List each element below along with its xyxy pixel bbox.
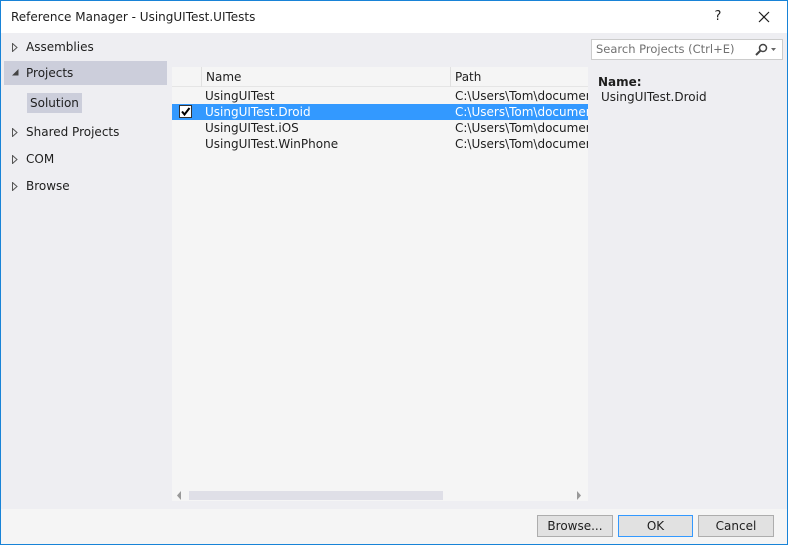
expand-arrow-icon [12,128,18,137]
sidebar: Assemblies Projects Solution Shared Proj… [1,33,167,509]
details-panel: Search Projects (Ctrl+E) Name: UsingUITe… [589,33,787,509]
ok-button[interactable]: OK [618,515,693,537]
table-row[interactable]: UsingUITest.Droid C:\Users\Tom\document [172,104,588,120]
expand-arrow-icon [12,43,18,52]
sidebar-item-projects[interactable]: Projects [4,61,167,85]
row-path: C:\Users\Tom\document [455,137,588,151]
row-name: UsingUITest [205,89,275,103]
title-bar: Reference Manager - UsingUITest.UITests … [1,1,787,33]
sidebar-item-com[interactable]: COM [4,147,167,171]
table-row[interactable]: UsingUITest.iOS C:\Users\Tom\document [172,120,588,136]
column-header-check[interactable] [172,67,201,87]
collapse-arrow-icon [12,69,19,76]
search-icon[interactable] [754,43,778,56]
dialog-footer: Browse... OK Cancel [1,509,787,544]
name-label: Name: [598,75,642,89]
horizontal-scrollbar[interactable] [172,487,588,501]
checkmark-icon [181,107,191,117]
window-title: Reference Manager - UsingUITest.UITests [11,10,256,24]
row-name: UsingUITest.iOS [205,121,299,135]
close-button[interactable] [753,7,775,27]
expand-arrow-icon [12,155,18,164]
sidebar-item-label: COM [26,152,55,166]
row-path: C:\Users\Tom\document [455,105,588,119]
name-value: UsingUITest.Droid [601,90,707,104]
close-icon [758,11,770,23]
table-row[interactable]: UsingUITest C:\Users\Tom\document [172,88,588,104]
search-placeholder: Search Projects (Ctrl+E) [596,42,735,56]
row-path: C:\Users\Tom\document [455,89,588,103]
row-name: UsingUITest.Droid [205,105,311,119]
sidebar-item-label: Projects [26,66,74,80]
sidebar-item-browse[interactable]: Browse [4,174,167,198]
scroll-left-icon[interactable] [177,491,182,500]
row-name: UsingUITest.WinPhone [205,137,339,151]
sidebar-item-solution[interactable]: Solution [27,93,82,113]
table-row[interactable]: UsingUITest.WinPhone C:\Users\Tom\documen… [172,136,588,152]
column-header-name[interactable]: Name [201,67,450,87]
sidebar-item-shared-projects[interactable]: Shared Projects [4,120,167,144]
sidebar-item-assemblies[interactable]: Assemblies [4,35,167,59]
scrollbar-thumb[interactable] [189,491,443,500]
browse-button[interactable]: Browse... [537,515,613,537]
grid-header: Name Path [172,67,588,87]
column-header-path[interactable]: Path [450,67,588,87]
search-input[interactable]: Search Projects (Ctrl+E) [591,39,783,60]
expand-arrow-icon [12,182,18,191]
scroll-right-icon[interactable] [577,491,582,500]
row-checkbox[interactable] [179,105,192,118]
sidebar-item-label: Shared Projects [26,125,120,139]
help-button[interactable]: ? [708,7,728,27]
sidebar-item-label: Browse [26,179,70,193]
projects-grid: Name Path UsingUITest C:\Users\Tom\docume… [172,67,588,501]
sidebar-item-label: Assemblies [26,40,94,54]
cancel-button[interactable]: Cancel [698,515,774,537]
reference-manager-dialog: Reference Manager - UsingUITest.UITests … [0,0,788,545]
row-path: C:\Users\Tom\document [455,121,588,135]
